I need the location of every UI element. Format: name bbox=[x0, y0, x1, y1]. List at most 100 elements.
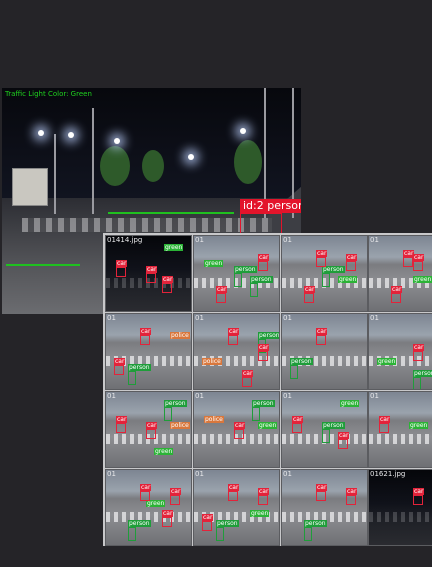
thumbnail-5[interactable]: 01 person car police car car bbox=[193, 313, 280, 390]
bounding-box bbox=[242, 377, 252, 387]
bounding-box bbox=[391, 293, 401, 303]
detection-tag-police: police bbox=[202, 358, 222, 365]
thumbnail-7[interactable]: 01 green person car bbox=[368, 313, 432, 390]
bounding-box bbox=[304, 527, 312, 541]
detection-tag-green: green bbox=[204, 260, 224, 267]
detection-tag-car: car bbox=[413, 344, 425, 351]
bounding-box bbox=[292, 423, 302, 433]
thumbnail-14[interactable]: 01 person car car bbox=[281, 469, 368, 546]
thumbnail-8[interactable]: 01 green police person car car bbox=[105, 391, 192, 468]
bounding-box bbox=[346, 495, 356, 505]
detection-tag-police: police bbox=[170, 422, 190, 429]
thumbnail-15[interactable]: 01621.jpg car bbox=[368, 469, 432, 546]
detection-tag-person: person bbox=[234, 266, 257, 273]
tree bbox=[100, 146, 130, 186]
detection-tag-person: person bbox=[290, 358, 313, 365]
bounding-box bbox=[140, 491, 150, 501]
thumbnail-filename: 01 bbox=[370, 236, 379, 244]
street-lamp bbox=[38, 130, 44, 136]
thumbnail-filename: 01 bbox=[195, 236, 204, 244]
bounding-box bbox=[146, 273, 156, 283]
bounding-box bbox=[403, 257, 413, 267]
thumbnail-filename: 01 bbox=[107, 314, 116, 322]
bounding-box bbox=[228, 335, 238, 345]
thumbnail-11[interactable]: 01 car green bbox=[368, 391, 432, 468]
detection-tag-car: car bbox=[146, 266, 158, 273]
detection-tag-car: car bbox=[379, 416, 391, 423]
tree bbox=[234, 140, 262, 184]
detection-tag-car: car bbox=[228, 328, 240, 335]
street-lamp bbox=[188, 154, 194, 160]
street-lamp bbox=[240, 128, 246, 134]
detection-tag-car: car bbox=[146, 422, 158, 429]
bounding-box bbox=[116, 267, 126, 277]
detection-tag-car: car bbox=[292, 416, 304, 423]
detection-tag-person: person bbox=[252, 400, 275, 407]
thumbnail-filename: 01 bbox=[370, 392, 379, 400]
thumbnail-13[interactable]: 01 green person car car car bbox=[193, 469, 280, 546]
billboard bbox=[12, 168, 48, 206]
bounding-box bbox=[128, 371, 136, 385]
bounding-box bbox=[338, 439, 348, 449]
bounding-box bbox=[258, 261, 268, 271]
thumbnail-10[interactable]: 01 green car person car bbox=[281, 391, 368, 468]
bounding-box bbox=[413, 261, 423, 271]
thumbnail-2[interactable]: 01 person green car car car bbox=[281, 235, 368, 312]
detection-tag-car: car bbox=[114, 358, 126, 365]
detection-tag-car: car bbox=[162, 510, 174, 517]
bounding-box bbox=[140, 335, 150, 345]
bounding-box bbox=[413, 495, 423, 505]
bounding-box bbox=[252, 407, 260, 421]
bounding-box bbox=[128, 527, 136, 541]
detection-tag-person: person bbox=[304, 520, 327, 527]
thumbnail-filename: 01 bbox=[195, 392, 204, 400]
detection-tag-car: car bbox=[258, 254, 270, 261]
detection-tag-green: green bbox=[338, 276, 358, 283]
detection-tag-person: person bbox=[128, 520, 151, 527]
detection-tag-police: police bbox=[204, 416, 224, 423]
detection-tag-car: car bbox=[162, 276, 174, 283]
bounding-box bbox=[316, 257, 326, 267]
thumbnail-filename: 01 bbox=[283, 314, 292, 322]
thumbnail-filename: 01621.jpg bbox=[370, 470, 406, 478]
detection-tag-person: person bbox=[322, 266, 345, 273]
detection-tag-green: green bbox=[250, 510, 270, 517]
bounding-box bbox=[322, 273, 330, 287]
detection-tag-person: person bbox=[413, 370, 432, 377]
detection-tag-car: car bbox=[216, 286, 228, 293]
thumbnail-9[interactable]: 01 green person police car bbox=[193, 391, 280, 468]
bounding-box bbox=[379, 423, 389, 433]
street-pole bbox=[92, 108, 94, 214]
thumbnail-4[interactable]: 01 person police car car bbox=[105, 313, 192, 390]
thumbnail-6[interactable]: 01 car person bbox=[281, 313, 368, 390]
thumbnail-0[interactable]: 01414.jpg green car car car bbox=[105, 235, 192, 312]
thumbnail-3[interactable]: 01 green car car car bbox=[368, 235, 432, 312]
bounding-box bbox=[162, 283, 172, 293]
detection-box bbox=[240, 213, 282, 235]
detection-tag-car: car bbox=[228, 484, 240, 491]
bounding-box bbox=[290, 365, 298, 379]
detection-tag-car: car bbox=[170, 488, 182, 495]
bounding-box bbox=[114, 365, 124, 375]
detection-tag-car: car bbox=[316, 484, 328, 491]
bounding-box bbox=[162, 517, 172, 527]
bounding-box bbox=[316, 335, 326, 345]
detection-label: id:2 person 0.63 bbox=[240, 199, 301, 213]
detection-tag-car: car bbox=[403, 250, 415, 257]
bounding-box bbox=[322, 429, 330, 443]
detection-tag-person: person bbox=[164, 400, 187, 407]
thumbnail-filename: 01 bbox=[195, 314, 204, 322]
bounding-box bbox=[258, 351, 268, 361]
crosswalk bbox=[22, 218, 272, 232]
street-pole bbox=[54, 134, 56, 214]
detection-tag-green: green bbox=[340, 400, 360, 407]
bounding-box bbox=[413, 377, 421, 389]
thumbnail-filename: 01 bbox=[370, 314, 379, 322]
detection-tag-person: person bbox=[258, 332, 280, 339]
bounding-box bbox=[164, 407, 172, 421]
thumbnail-1[interactable]: 01 green person person car car bbox=[193, 235, 280, 312]
thumbnail-filename: 01 bbox=[283, 236, 292, 244]
detection-tag-car: car bbox=[391, 286, 403, 293]
thumbnail-12[interactable]: 01 green car person car car bbox=[105, 469, 192, 546]
bounding-box bbox=[216, 293, 226, 303]
